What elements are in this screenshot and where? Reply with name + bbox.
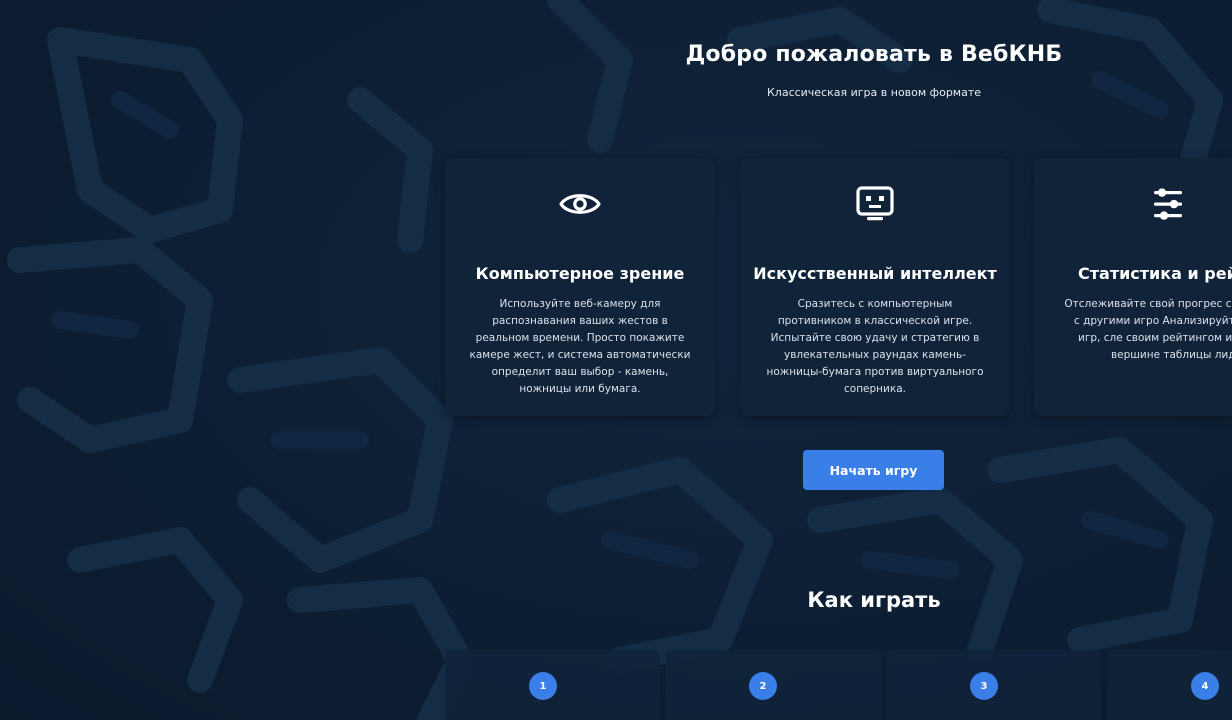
hero-subtitle: Классическая игра в новом формате bbox=[766, 86, 982, 99]
feature-title: Компьютерное зрение bbox=[475, 264, 685, 283]
step-card-3: 3 bbox=[886, 650, 1101, 720]
how-to-play-title: Как играть bbox=[807, 588, 941, 612]
step-number-badge: 2 bbox=[749, 672, 777, 700]
feature-title: Статистика и рейт bbox=[1078, 264, 1232, 283]
feature-card-stats: Статистика и рейт Отслеживайте свой прог… bbox=[1034, 158, 1232, 416]
step-card-4: 4 bbox=[1107, 650, 1232, 720]
step-number-badge: 1 bbox=[529, 672, 557, 700]
feature-description: Сразитесь с компьютерным противником в к… bbox=[766, 298, 984, 395]
content: Добро пожаловать в ВебКНБ Классическая и… bbox=[0, 0, 1232, 720]
start-game-button[interactable]: Начать игру bbox=[803, 450, 944, 490]
feature-card-computer-vision: Компьютерное зрение Используйте веб-каме… bbox=[445, 158, 715, 416]
feature-description: Используйте веб-камеру для распознавания… bbox=[469, 298, 691, 395]
feature-title: Искусственный интеллект bbox=[753, 264, 997, 283]
feature-card-ai: Искусственный интеллект Сразитесь с комп… bbox=[740, 158, 1010, 416]
step-number-badge: 3 bbox=[970, 672, 998, 700]
page: Добро пожаловать в ВебКНБ Классическая и… bbox=[0, 0, 1232, 720]
hero-title: Добро пожаловать в ВебКНБ bbox=[685, 42, 1063, 67]
step-card-2: 2 bbox=[666, 650, 881, 720]
step-number-badge: 4 bbox=[1191, 672, 1219, 700]
step-card-1: 1 bbox=[445, 650, 660, 720]
robot-icon bbox=[740, 184, 1010, 224]
eye-icon bbox=[445, 184, 715, 224]
feature-description: Отслеживайте свой прогрес соревнуйтесь с… bbox=[1064, 298, 1232, 361]
sliders-icon bbox=[1034, 184, 1232, 224]
